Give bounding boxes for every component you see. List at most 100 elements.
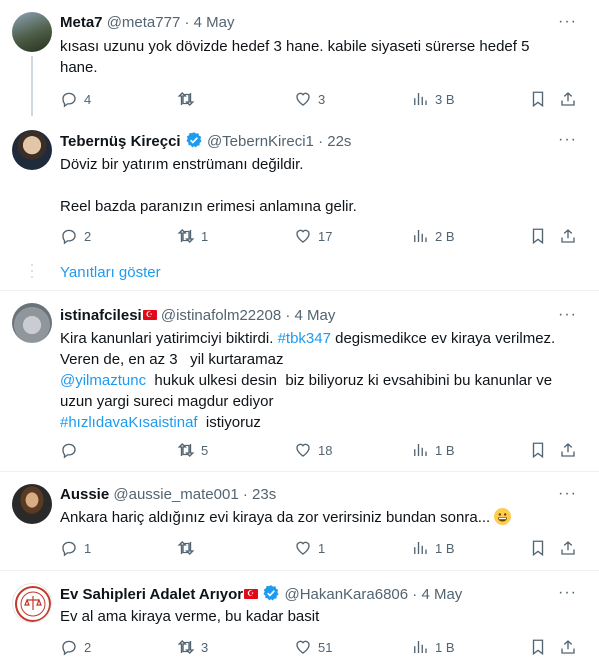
bookmark-button[interactable] — [529, 440, 547, 460]
avatar[interactable] — [12, 583, 52, 623]
handle[interactable]: @istinafolm22208 — [161, 307, 281, 324]
handle[interactable]: @HakanKara6806 — [284, 586, 408, 603]
more-options-icon[interactable]: ··· — [558, 305, 577, 325]
timestamp[interactable]: 23s — [252, 486, 276, 503]
bookmark-button[interactable] — [529, 226, 547, 246]
separator: · — [184, 14, 190, 31]
more-options-icon[interactable]: ··· — [558, 130, 577, 150]
more-options-icon[interactable]: ··· — [558, 12, 577, 32]
reply-icon — [62, 640, 76, 656]
tweet-header: Tebernüş Kireçci @TebernKireci1 · 22s — [60, 131, 351, 152]
share-button[interactable] — [559, 226, 577, 246]
display-name[interactable]: istinafcilesi — [60, 307, 142, 324]
avatar[interactable] — [12, 130, 52, 170]
timestamp[interactable]: 22s — [327, 133, 351, 150]
views-button[interactable]: 2 B — [411, 226, 455, 246]
share-button[interactable] — [559, 440, 577, 460]
tweet-text-line: uzun yargi sureci magdur ediyor — [60, 393, 274, 410]
tweet-aussie[interactable]: Aussie @aussie_mate001 · 23s ··· Ankara … — [0, 472, 599, 562]
avatar[interactable] — [12, 12, 52, 52]
tweet-text-line: Ev al ama kiraya verme, bu kadar basit — [60, 608, 320, 625]
tweet-header: istinafcilesi @istinafolm22208 · 4 May — [60, 306, 335, 326]
reply-button[interactable]: 2 — [60, 637, 91, 657]
show-replies-link[interactable]: Yanıtları göster — [60, 264, 161, 281]
reply-button[interactable]: 4 — [60, 89, 91, 109]
more-options-icon[interactable]: ··· — [558, 583, 577, 603]
avatar[interactable] — [12, 484, 52, 524]
timestamp[interactable]: 4 May — [194, 14, 235, 31]
bookmark-icon — [532, 91, 544, 108]
display-name[interactable]: Ev Sahipleri Adalet Arıyor — [60, 586, 243, 603]
like-button[interactable]: 51 — [294, 637, 332, 657]
retweet-button[interactable] — [177, 538, 201, 558]
retweet-button[interactable] — [177, 89, 201, 109]
views-icon — [414, 230, 427, 242]
reply-button[interactable]: 2 — [60, 226, 91, 246]
more-options-icon[interactable]: ··· — [558, 484, 577, 504]
handle[interactable]: @TebernKireci1 — [207, 133, 314, 150]
timestamp[interactable]: 4 May — [421, 586, 462, 603]
text: istiyoruz — [197, 414, 261, 431]
tweet-meta7[interactable]: Meta7 @meta777 · 4 May ··· kısası uzunu … — [0, 0, 599, 118]
reply-button[interactable] — [60, 440, 84, 460]
hashtag-link[interactable]: #hızlıdavaKısaistinaf — [60, 414, 198, 431]
views-count: 1 B — [435, 639, 455, 655]
share-button[interactable] — [559, 637, 577, 657]
share-button[interactable] — [559, 538, 577, 558]
views-button[interactable]: 1 B — [411, 538, 455, 558]
tweet-text-line: Reel bazda paranızın erimesi anlamına ge… — [60, 198, 357, 215]
handle[interactable]: @aussie_mate001 — [113, 486, 238, 503]
verified-badge-icon — [186, 132, 202, 148]
turkey-flag-icon — [244, 589, 259, 599]
bookmark-button[interactable] — [529, 637, 547, 657]
reply-icon — [62, 443, 76, 459]
heart-icon — [296, 229, 310, 243]
separator: · — [285, 307, 291, 324]
hashtag-link[interactable]: #tbk347 — [278, 330, 331, 347]
retweet-count: 3 — [201, 639, 209, 655]
views-button[interactable]: 1 B — [411, 440, 455, 460]
share-icon — [561, 229, 575, 243]
like-count: 3 — [318, 91, 326, 107]
like-count: 1 — [318, 540, 326, 556]
views-button[interactable]: 1 B — [411, 637, 455, 657]
mention-link[interactable]: @yilmaztunc — [60, 372, 146, 389]
heart-icon — [296, 443, 310, 457]
text: Ankara hariç aldığınız evi kiraya da zor… — [60, 509, 491, 526]
share-icon — [561, 541, 575, 555]
views-count: 1 B — [435, 540, 455, 556]
views-count: 1 B — [435, 442, 455, 458]
timestamp[interactable]: 4 May — [295, 307, 336, 324]
tweet-ev-sahipleri[interactable]: Ev Sahipleri Adalet Arıyor @HakanKara680… — [0, 571, 599, 671]
display-name[interactable]: Meta7 — [60, 14, 103, 31]
tweet-header: Ev Sahipleri Adalet Arıyor @HakanKara680… — [60, 584, 462, 605]
retweet-button[interactable]: 1 — [177, 226, 208, 246]
tweet-istinafcilesi[interactable]: istinafcilesi @istinafolm22208 · 4 May ·… — [0, 291, 599, 463]
text: Kira kanunlari yatirimciyi biktirdi. — [60, 330, 278, 347]
like-button[interactable]: 3 — [294, 89, 325, 109]
display-name[interactable]: Tebernüş Kireçci — [60, 133, 181, 150]
like-button[interactable]: 1 — [294, 538, 325, 558]
bookmark-icon — [532, 540, 544, 557]
like-button[interactable]: 18 — [294, 440, 332, 460]
views-button[interactable]: 3 B — [411, 89, 455, 109]
tweet-text: Ankara hariç aldığınız evi kiraya da zor… — [60, 507, 580, 528]
tweet-header: Aussie @aussie_mate001 · 23s — [60, 485, 276, 505]
bookmark-button[interactable] — [529, 89, 547, 109]
tweet-tebernus[interactable]: Tebernüş Kireçci @TebernKireci1 · 22s ··… — [0, 118, 599, 258]
reply-count: 4 — [84, 91, 92, 107]
reply-button[interactable]: 1 — [60, 538, 91, 558]
avatar[interactable] — [12, 303, 52, 343]
tweet-actions: 5 18 1 B — [60, 440, 580, 460]
display-name[interactable]: Aussie — [60, 486, 109, 503]
views-icon — [414, 641, 427, 653]
like-button[interactable]: 17 — [294, 226, 332, 246]
share-button[interactable] — [559, 89, 577, 109]
tweet-text-line: #hızlıdavaKısaistinaf istiyoruz — [60, 412, 580, 433]
handle[interactable]: @meta777 — [107, 14, 181, 31]
retweet-button[interactable]: 5 — [177, 440, 208, 460]
bookmark-button[interactable] — [529, 538, 547, 558]
verified-badge-icon — [263, 585, 279, 601]
retweet-button[interactable]: 3 — [177, 637, 208, 657]
